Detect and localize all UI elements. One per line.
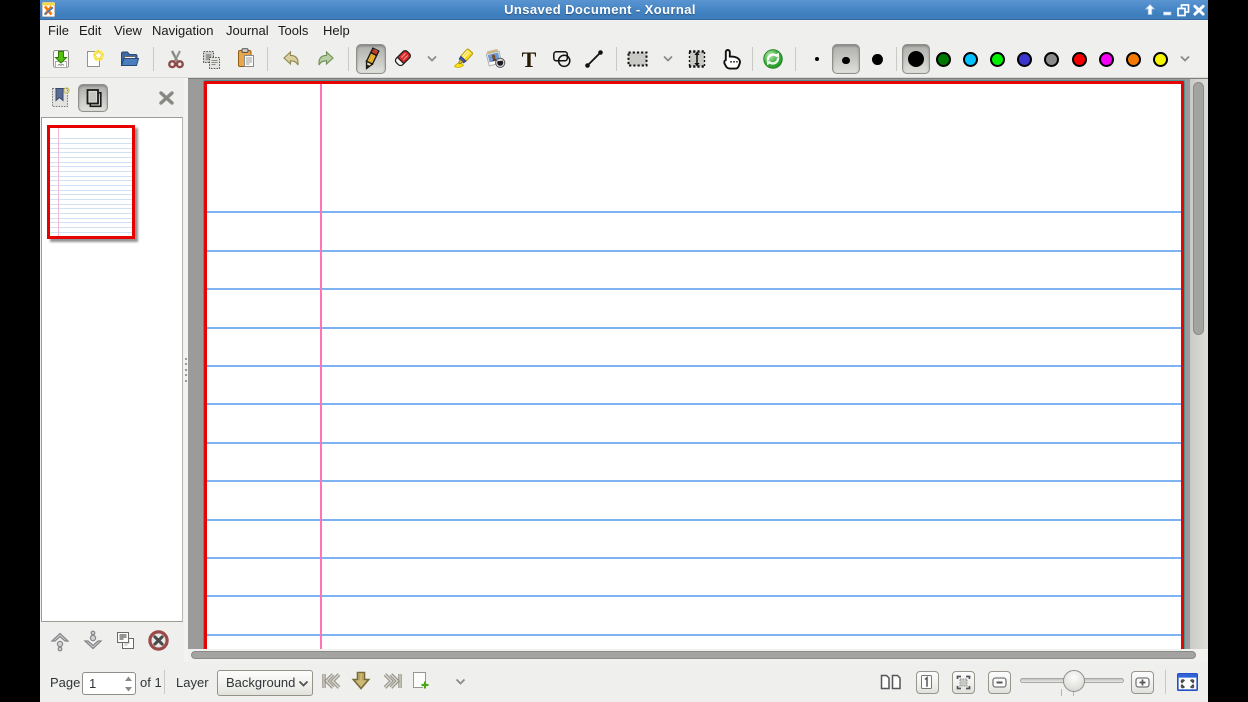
svg-text:T: T — [522, 48, 537, 71]
